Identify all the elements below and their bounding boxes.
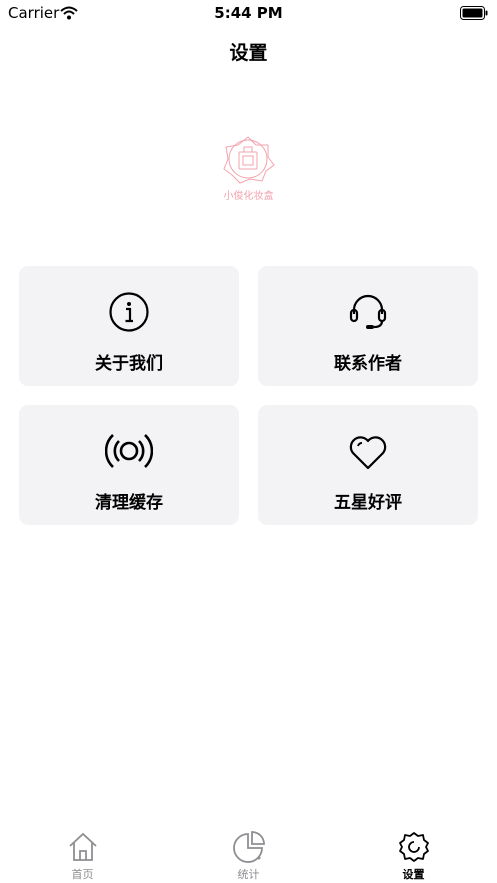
status-bar: Carrier 5:44 PM — [0, 0, 497, 26]
tab-bar: 首页 统计 设置 — [0, 820, 497, 883]
five-star-rating-label: 五星好评 — [334, 493, 402, 513]
clear-cache-button[interactable]: 清理缓存 — [19, 405, 239, 525]
tab-home[interactable]: 首页 — [0, 820, 165, 883]
heart-icon — [258, 429, 478, 473]
tab-settings-label: 设置 — [402, 868, 425, 881]
status-time: 5:44 PM — [214, 4, 283, 22]
tab-settings[interactable]: 设置 — [331, 820, 496, 883]
about-us-button[interactable]: 关于我们 — [19, 266, 239, 386]
contact-author-label: 联系作者 — [334, 354, 402, 374]
five-star-rating-button[interactable]: 五星好评 — [258, 405, 478, 525]
broadcast-icon — [19, 429, 239, 473]
gear-icon — [331, 830, 496, 864]
page-title: 设置 — [229, 42, 268, 64]
info-icon — [19, 290, 239, 334]
tab-statistics-label: 统计 — [237, 868, 260, 881]
contact-author-button[interactable]: 联系作者 — [258, 266, 478, 386]
logo-text: 小俊化妆盒 — [223, 191, 274, 202]
headset-icon — [258, 290, 478, 334]
about-us-label: 关于我们 — [95, 354, 163, 374]
pie-chart-icon — [166, 830, 331, 864]
tab-statistics[interactable]: 统计 — [166, 820, 331, 883]
clear-cache-label: 清理缓存 — [95, 493, 163, 513]
tab-home-label: 首页 — [71, 868, 94, 881]
home-icon — [0, 830, 165, 864]
battery-icon — [460, 5, 488, 24]
